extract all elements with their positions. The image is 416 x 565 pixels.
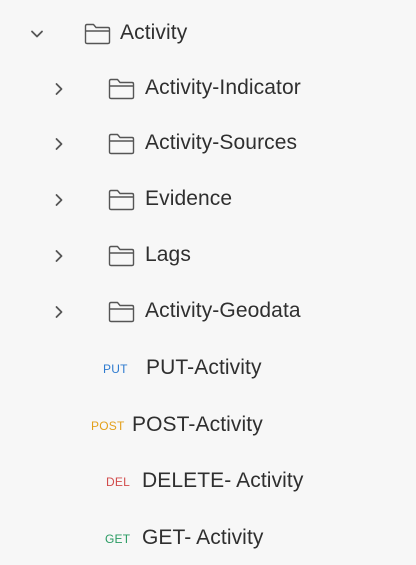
folder-row-activity-geodata[interactable]: Activity-Geodata <box>0 292 416 332</box>
folder-icon <box>108 301 135 323</box>
request-label: POST-Activity <box>132 413 263 436</box>
folder-row-activity-sources[interactable]: Activity-Sources <box>0 124 416 164</box>
method-badge-put: PUT <box>103 362 128 376</box>
folder-icon <box>108 133 135 155</box>
folder-label: Lags <box>145 243 191 266</box>
folder-row-activity-indicator[interactable]: Activity-Indicator <box>0 69 416 109</box>
folder-row-activity[interactable]: Activity <box>0 14 416 54</box>
folder-row-evidence[interactable]: Evidence <box>0 180 416 220</box>
request-row-get-activity[interactable]: GET GET- Activity <box>0 518 416 558</box>
chevron-right-icon[interactable] <box>52 82 66 96</box>
folder-icon <box>108 245 135 267</box>
request-row-delete-activity[interactable]: DEL DELETE- Activity <box>0 461 416 501</box>
chevron-right-icon[interactable] <box>52 137 66 151</box>
request-label: GET- Activity <box>142 526 264 549</box>
chevron-right-icon[interactable] <box>52 305 66 319</box>
folder-icon <box>108 78 135 100</box>
folder-label: Activity <box>120 21 188 44</box>
folder-label: Activity-Sources <box>145 131 298 154</box>
chevron-right-icon[interactable] <box>52 249 66 263</box>
chevron-right-icon[interactable] <box>52 193 66 207</box>
request-row-put-activity[interactable]: PUT PUT-Activity <box>0 348 416 388</box>
method-badge-del: DEL <box>106 475 130 489</box>
chevron-down-icon[interactable] <box>30 27 44 41</box>
request-label: PUT-Activity <box>146 356 262 379</box>
folder-label: Activity-Indicator <box>145 76 301 99</box>
method-badge-post: POST <box>91 419 125 433</box>
request-label: DELETE- Activity <box>142 469 304 492</box>
folder-label: Activity-Geodata <box>145 299 301 322</box>
folder-row-lags[interactable]: Lags <box>0 236 416 276</box>
collection-tree: Activity Activity-Indicator Activity-Sou… <box>0 0 416 565</box>
method-badge-get: GET <box>105 532 131 546</box>
folder-icon <box>108 189 135 211</box>
request-row-post-activity[interactable]: POST POST-Activity <box>0 405 416 445</box>
folder-icon <box>84 23 111 45</box>
folder-label: Evidence <box>145 187 233 210</box>
